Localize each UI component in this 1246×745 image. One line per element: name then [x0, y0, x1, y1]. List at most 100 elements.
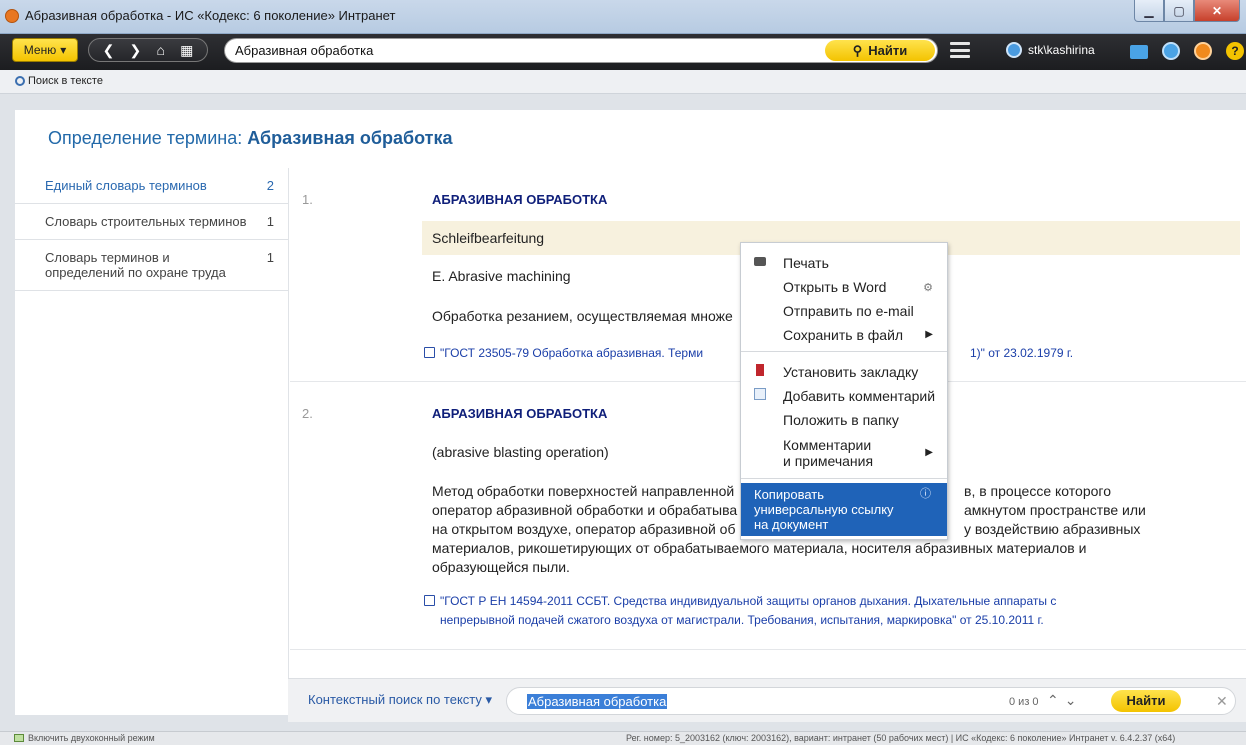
- main-search-input[interactable]: [235, 43, 815, 58]
- context-search-bar: Контекстный поиск по тексту ▾ Абразивная…: [288, 678, 1246, 722]
- menu-button-label: Меню: [23, 43, 57, 57]
- sidebar-item-construction-terms[interactable]: Словарь строительных терминов 1: [15, 204, 288, 240]
- back-arrow-icon[interactable]: ❮: [103, 42, 115, 59]
- menu-separator: [741, 478, 947, 479]
- entry-term: АБРАЗИВНАЯ ОБРАБОТКА: [432, 406, 608, 421]
- alert-icon[interactable]: [1194, 42, 1212, 60]
- entry-english: (abrasive blasting operation): [432, 444, 609, 460]
- dual-window-toggle[interactable]: Включить двухоконный режим: [14, 733, 155, 743]
- entry-source-link[interactable]: "ГОСТ 23505-79 Обработка абразивная. Тер…: [424, 344, 1073, 363]
- submenu-arrow-icon: ▶: [925, 447, 933, 458]
- forward-arrow-icon[interactable]: ❯: [130, 42, 142, 59]
- menu-item-to-folder[interactable]: Положить в папку: [741, 412, 947, 428]
- close-window-button[interactable]: ✕: [1194, 0, 1240, 22]
- menu-item-comments-notes[interactable]: Комментарии и примечания ▶: [741, 437, 947, 469]
- menu-button[interactable]: Меню ▾: [12, 38, 78, 62]
- user-icon: [1006, 42, 1022, 58]
- prev-match-icon[interactable]: ⌃: [1047, 692, 1065, 708]
- search-icon: ⚲: [852, 42, 863, 58]
- document-link-icon: [424, 595, 435, 606]
- entry-english: E. Abrasive machining: [432, 268, 571, 284]
- definition-line-tail: амкнутом пространстве или: [964, 502, 1146, 518]
- sidebar-item-count: 1: [266, 214, 274, 229]
- menu-item-send-email[interactable]: Отправить по e-mail: [741, 303, 947, 319]
- gear-icon[interactable]: ⚙: [923, 280, 933, 296]
- context-menu: Печать Открыть в Word ⚙ Отправить по e-m…: [740, 242, 948, 540]
- document-link-icon: [424, 347, 435, 358]
- bookmark-icon: [756, 364, 764, 376]
- window-titlebar: Абразивная обработка - ИС «Кодекс: 6 пок…: [0, 0, 1246, 34]
- page-title-term: Абразивная обработка: [247, 128, 453, 148]
- sidebar-item-unified-dictionary[interactable]: Единый словарь терминов 2: [15, 168, 288, 204]
- history-clock-icon[interactable]: [1162, 42, 1180, 60]
- source-text-tail: 1)" от 23.02.1979 г.: [970, 346, 1074, 360]
- main-search-field: ⚲ Найти: [224, 38, 938, 63]
- sidebar-item-label: Единый словарь терминов: [45, 178, 207, 193]
- definition-line: образующейся пыли.: [432, 559, 570, 575]
- window-title: Абразивная обработка - ИС «Кодекс: 6 пок…: [25, 8, 396, 23]
- page-title: Определение термина: Абразивная обработк…: [48, 128, 452, 149]
- toolbar-icons: ?: [1130, 42, 1244, 60]
- caret-down-icon: ▾: [60, 43, 67, 57]
- add-comment-icon: [754, 388, 766, 400]
- sidebar-item-label: Словарь строительных терминов: [45, 214, 247, 229]
- source-text: "ГОСТ 23505-79 Обработка абразивная. Тер…: [440, 346, 704, 360]
- context-find-button[interactable]: Найти: [1111, 690, 1181, 712]
- entry-definition: Обработка резанием, осуществляемая множе: [432, 308, 733, 324]
- info-icon[interactable]: ⓘ: [920, 487, 931, 502]
- page-title-prefix: Определение термина:: [48, 128, 243, 148]
- dual-window-icon: [14, 734, 24, 742]
- app-icon: [5, 9, 19, 23]
- entry-number: 1.: [302, 192, 313, 207]
- next-match-icon[interactable]: ⌄: [1065, 692, 1083, 708]
- menu-item-save-file[interactable]: Сохранить в файл ▶: [741, 327, 947, 343]
- close-search-icon[interactable]: ✕: [1216, 693, 1228, 710]
- context-search-field[interactable]: Абразивная обработка 0 из 0 ⌃⌄ Найти: [506, 687, 1236, 715]
- minimize-button[interactable]: ▁: [1134, 0, 1164, 22]
- sidebar-item-label: Словарь терминов и определений по охране…: [45, 250, 226, 280]
- context-search-label: Контекстный поиск по тексту: [308, 692, 482, 707]
- menu-item-copy-universal-link[interactable]: Копировать универсальную ссылку на докум…: [741, 483, 947, 536]
- entry-term: АБРАЗИВНАЯ ОБРАБОТКА: [432, 192, 608, 207]
- menu-item-bookmark[interactable]: Установить закладку: [741, 364, 947, 380]
- window-controls: ▁ ▢ ✕: [1134, 0, 1240, 22]
- match-count: 0 из 0: [1009, 696, 1039, 708]
- nav-group: ❮ ❯ ⌂ ▦: [88, 38, 208, 62]
- grid-icon[interactable]: ▦: [180, 42, 193, 59]
- main-toolbar: Меню ▾ ❮ ❯ ⌂ ▦ ⚲ Найти stk\kashirina ?: [0, 34, 1246, 70]
- printer-icon: [754, 257, 766, 266]
- sidebar-item-labor-safety-terms[interactable]: Словарь терминов и определений по охране…: [15, 240, 288, 291]
- sidebar-item-count: 1: [266, 250, 274, 265]
- context-search-value: Абразивная обработка: [527, 694, 668, 709]
- hamburger-menu-icon[interactable]: [950, 42, 970, 58]
- home-icon[interactable]: ⌂: [156, 42, 164, 58]
- source-text: "ГОСТ Р ЕН 14594-2011 ССБТ. Средства инд…: [440, 594, 1057, 608]
- dual-window-label: Включить двухоконный режим: [28, 733, 155, 743]
- submenu-arrow-icon: ▶: [925, 329, 933, 340]
- folder-icon[interactable]: [1130, 45, 1148, 59]
- search-in-text-button[interactable]: Поиск в тексте: [15, 75, 103, 87]
- match-navigation: ⌃⌄: [1047, 692, 1082, 709]
- source-text: непрерывной подачей сжатого воздуха от м…: [440, 613, 1044, 627]
- help-icon[interactable]: ?: [1226, 42, 1244, 60]
- document-panel: Определение термина: Абразивная обработк…: [15, 110, 1246, 715]
- entry-german: Schleifbearfeitung: [432, 230, 545, 246]
- entry-number: 2.: [302, 406, 313, 421]
- menu-item-open-word[interactable]: Открыть в Word ⚙: [741, 279, 947, 295]
- registration-info: Рег. номер: 5_2003162 (ключ: 2003162), в…: [626, 733, 1176, 743]
- entry-source-link[interactable]: "ГОСТ Р ЕН 14594-2011 ССБТ. Средства инд…: [424, 592, 1160, 630]
- menu-separator: [741, 351, 947, 352]
- definition-line: материалов, рикошетирующих от обрабатыва…: [432, 540, 1087, 556]
- menu-item-add-comment[interactable]: Добавить комментарий: [741, 388, 947, 404]
- find-button-label: Найти: [868, 43, 908, 58]
- definition-line-tail: у воздействию абразивных: [964, 521, 1141, 537]
- find-button[interactable]: ⚲ Найти: [825, 40, 935, 61]
- dictionary-sidebar: Единый словарь терминов 2 Словарь строит…: [15, 168, 289, 715]
- user-account[interactable]: stk\kashirina: [1006, 42, 1095, 58]
- menu-item-print[interactable]: Печать: [741, 255, 947, 271]
- sidebar-item-count: 2: [266, 178, 274, 193]
- status-bar: Включить двухоконный режим Рег. номер: 5…: [0, 731, 1246, 745]
- magnifier-icon: [15, 76, 25, 86]
- maximize-button[interactable]: ▢: [1164, 0, 1194, 22]
- context-search-dropdown[interactable]: Контекстный поиск по тексту ▾: [308, 692, 492, 708]
